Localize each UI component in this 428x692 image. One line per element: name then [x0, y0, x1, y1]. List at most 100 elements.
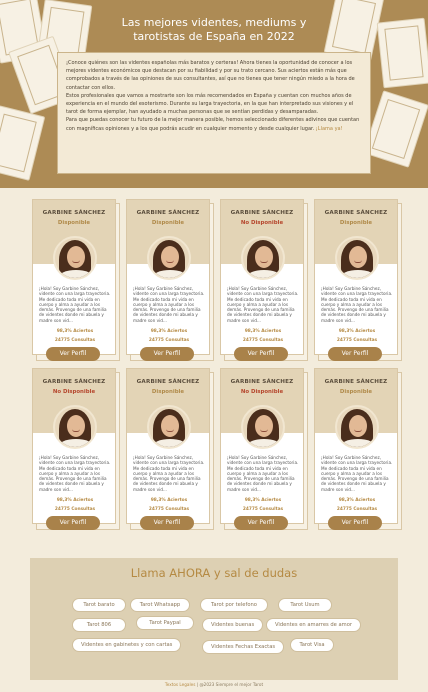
psychic-card: GARBINE SÁNCHEZ No Disponible ¡Hola! Soy…	[220, 368, 308, 530]
intro-paragraph-1: ¡Conoce quiénes son las videntes español…	[66, 60, 355, 91]
availability-status: No Disponible	[240, 220, 284, 226]
footer: Textos Legales | @2023 Siempre el mejor …	[0, 682, 428, 687]
avatar-shirt	[153, 439, 187, 447]
psychic-card: GARBINE SÁNCHEZ Disponible ¡Hola! Soy Ga…	[126, 368, 214, 530]
avatar-face	[349, 246, 367, 268]
avatar-face	[255, 415, 273, 437]
card-body: GARBINE SÁNCHEZ No Disponible ¡Hola! Soy…	[32, 368, 116, 524]
psychic-name: GARBINE SÁNCHEZ	[324, 210, 388, 216]
view-profile-button[interactable]: Ver Perfil	[234, 347, 288, 361]
psychic-name: GARBINE SÁNCHEZ	[136, 210, 200, 216]
avatar-face	[161, 246, 179, 268]
service-tag[interactable]: Videntes Fechas Exactas	[202, 640, 285, 654]
avatar-face	[161, 415, 179, 437]
avatar-face	[67, 246, 85, 268]
service-tag[interactable]: Tarot por telefono	[200, 598, 268, 612]
psychic-name: GARBINE SÁNCHEZ	[42, 210, 106, 216]
view-profile-button[interactable]: Ver Perfil	[234, 516, 288, 530]
call-now-link[interactable]: ¡Llama ya!	[316, 126, 343, 132]
avatar-face	[349, 415, 367, 437]
avatar[interactable]	[53, 405, 97, 449]
avatar-face	[255, 246, 273, 268]
intro-paragraph-3: Para que puedas conocer tu futuro de la …	[66, 116, 362, 132]
avatar[interactable]	[147, 405, 191, 449]
hit-rate: 98,3% Aciertos	[150, 329, 188, 334]
avatar-shirt	[153, 270, 187, 278]
consult-count: 24775 Consultas	[242, 338, 284, 343]
intro-text-box: ¡Conoce quiénes son las videntes español…	[57, 52, 371, 174]
page-title: Las mejores videntes, mediums y tarotist…	[90, 16, 338, 44]
view-profile-button[interactable]: Ver Perfil	[140, 516, 194, 530]
avatar-shirt	[341, 439, 375, 447]
availability-status: Disponible	[339, 389, 373, 395]
hit-rate: 98,3% Aciertos	[56, 498, 94, 503]
view-profile-button[interactable]: Ver Perfil	[46, 347, 100, 361]
availability-status: Disponible	[151, 220, 185, 226]
service-tag[interactable]: Tarot barato	[72, 598, 126, 612]
avatar[interactable]	[53, 236, 97, 280]
avatar-shirt	[59, 439, 93, 447]
avatar-face	[67, 415, 85, 437]
service-tag[interactable]: Tarot Usum	[278, 598, 332, 612]
hero-banner: Las mejores videntes, mediums y tarotist…	[0, 0, 428, 188]
psychic-name: GARBINE SÁNCHEZ	[42, 379, 106, 385]
avatar[interactable]	[335, 405, 379, 449]
view-profile-button[interactable]: Ver Perfil	[46, 516, 100, 530]
card-body: GARBINE SÁNCHEZ Disponible ¡Hola! Soy Ga…	[126, 199, 210, 355]
psychic-name: GARBINE SÁNCHEZ	[136, 379, 200, 385]
card-body: GARBINE SÁNCHEZ No Disponible ¡Hola! Soy…	[220, 199, 304, 355]
tarot-card-decoration	[0, 105, 46, 181]
card-body: GARBINE SÁNCHEZ Disponible ¡Hola! Soy Ga…	[314, 199, 398, 355]
consult-count: 24775 Consultas	[54, 507, 96, 512]
avatar[interactable]	[241, 236, 285, 280]
hit-rate: 98,3% Aciertos	[56, 329, 94, 334]
service-tag[interactable]: Videntes en amarres de amor	[266, 618, 362, 632]
hit-rate: 98,3% Aciertos	[150, 498, 188, 503]
psychic-bio: ¡Hola! Soy Garbine Sánchez, vidente con …	[133, 286, 205, 323]
psychic-bio: ¡Hola! Soy Garbine Sánchez, vidente con …	[227, 286, 299, 323]
availability-status: Disponible	[339, 220, 373, 226]
consult-count: 24775 Consultas	[148, 338, 190, 343]
avatar[interactable]	[147, 236, 191, 280]
psychic-bio: ¡Hola! Soy Garbine Sánchez, vidente con …	[39, 286, 111, 323]
hit-rate: 98,3% Aciertos	[244, 329, 282, 334]
psychic-bio: ¡Hola! Soy Garbine Sánchez, vidente con …	[227, 455, 299, 492]
service-tag[interactable]: Tarot Visa	[290, 638, 334, 652]
view-profile-button[interactable]: Ver Perfil	[140, 347, 194, 361]
avatar-shirt	[247, 439, 281, 447]
psychic-bio: ¡Hola! Soy Garbine Sánchez, vidente con …	[39, 455, 111, 492]
hit-rate: 98,3% Aciertos	[338, 498, 376, 503]
view-profile-button[interactable]: Ver Perfil	[328, 516, 382, 530]
tarot-card-decoration	[376, 17, 428, 89]
service-tag[interactable]: Videntes en gabinetes y con cartas	[72, 638, 182, 652]
psychic-card: GARBINE SÁNCHEZ Disponible ¡Hola! Soy Ga…	[314, 368, 402, 530]
card-body: GARBINE SÁNCHEZ Disponible ¡Hola! Soy Ga…	[32, 199, 116, 355]
service-tag[interactable]: Videntes buenas	[202, 618, 264, 632]
hit-rate: 98,3% Aciertos	[244, 498, 282, 503]
service-tag[interactable]: Tarot 806	[72, 618, 126, 632]
call-now-section: Llama AHORA y sal de dudas Tarot barato T…	[30, 558, 398, 680]
psychic-card: GARBINE SÁNCHEZ Disponible ¡Hola! Soy Ga…	[314, 199, 402, 361]
psychic-card: GARBINE SÁNCHEZ No Disponible ¡Hola! Soy…	[220, 199, 308, 361]
avatar-shirt	[59, 270, 93, 278]
tarot-card-decoration	[362, 90, 428, 168]
availability-status: Disponible	[151, 389, 185, 395]
psychic-name: GARBINE SÁNCHEZ	[324, 379, 388, 385]
availability-status: No Disponible	[52, 389, 96, 395]
card-body: GARBINE SÁNCHEZ Disponible ¡Hola! Soy Ga…	[314, 368, 398, 524]
hit-rate: 98,3% Aciertos	[338, 329, 376, 334]
availability-status: No Disponible	[240, 389, 284, 395]
service-tag[interactable]: Tarot Paypal	[136, 616, 194, 630]
avatar[interactable]	[241, 405, 285, 449]
view-profile-button[interactable]: Ver Perfil	[328, 347, 382, 361]
avatar[interactable]	[335, 236, 379, 280]
avatar-shirt	[341, 270, 375, 278]
psychic-bio: ¡Hola! Soy Garbine Sánchez, vidente con …	[321, 286, 393, 323]
psychic-card: GARBINE SÁNCHEZ Disponible ¡Hola! Soy Ga…	[32, 199, 120, 361]
legal-link[interactable]: Textos Legales	[165, 682, 196, 687]
service-tag[interactable]: Tarot Whatsapp	[130, 598, 190, 612]
psychic-name: GARBINE SÁNCHEZ	[230, 379, 294, 385]
avatar-shirt	[247, 270, 281, 278]
psychic-name: GARBINE SÁNCHEZ	[230, 210, 294, 216]
card-body: GARBINE SÁNCHEZ No Disponible ¡Hola! Soy…	[220, 368, 304, 524]
